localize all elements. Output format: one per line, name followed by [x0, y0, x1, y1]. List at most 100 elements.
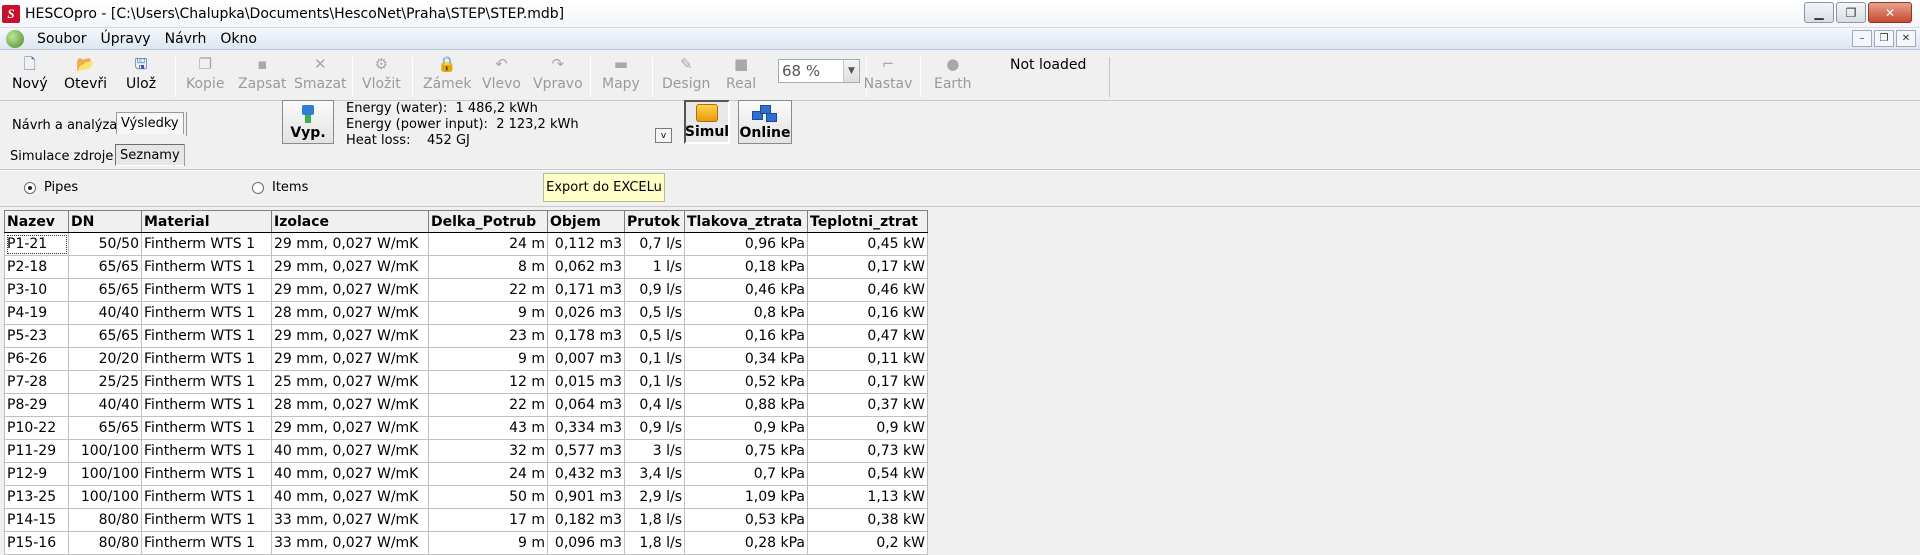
table-cell[interactable]: 29 mm, 0,027 W/mK: [271, 347, 429, 371]
zoom-select[interactable]: 68 % ▼: [778, 59, 860, 83]
table-cell[interactable]: P1-21: [4, 232, 69, 256]
insert-button[interactable]: ⚙ Vložit: [362, 55, 401, 99]
open-button[interactable]: 📂 Otevři: [64, 55, 107, 99]
table-cell[interactable]: 2,9 l/s: [624, 485, 685, 509]
table-cell[interactable]: 25/25: [68, 370, 142, 394]
table-cell[interactable]: 0,026 m3: [547, 301, 625, 325]
table-cell[interactable]: 0,16 kPa: [684, 324, 808, 348]
table-cell[interactable]: 29 mm, 0,027 W/mK: [271, 255, 429, 279]
table-cell[interactable]: 0,75 kPa: [684, 439, 808, 463]
table-cell[interactable]: 22 m: [428, 278, 548, 302]
table-cell[interactable]: 24 m: [428, 462, 548, 486]
table-cell[interactable]: Fintherm WTS 1: [141, 301, 272, 325]
table-cell[interactable]: Fintherm WTS 1: [141, 347, 272, 371]
save-button[interactable]: 🖫 Ulož: [126, 55, 156, 99]
online-button[interactable]: Online: [738, 100, 792, 144]
table-cell[interactable]: 0,112 m3: [547, 232, 625, 256]
pipes-radio[interactable]: Pipes: [24, 180, 78, 195]
table-cell[interactable]: 0,5 l/s: [624, 324, 685, 348]
menu-soubor[interactable]: Soubor: [30, 31, 94, 47]
table-cell[interactable]: 0,18 kPa: [684, 255, 808, 279]
table-cell[interactable]: 100/100: [68, 439, 142, 463]
table-cell[interactable]: Fintherm WTS 1: [141, 416, 272, 440]
lock-button[interactable]: 🔒 Zámek: [423, 55, 472, 99]
table-cell[interactable]: 80/80: [68, 508, 142, 532]
table-cell[interactable]: 100/100: [68, 485, 142, 509]
table-cell[interactable]: 28 mm, 0,027 W/mK: [271, 393, 429, 417]
table-cell[interactable]: 0,096 m3: [547, 531, 625, 555]
table-cell[interactable]: P8-29: [4, 393, 69, 417]
chevron-down-icon[interactable]: ▼: [843, 60, 859, 82]
table-cell[interactable]: 0,16 kW: [807, 301, 928, 325]
table-row[interactable]: P14-15 80/80 Fintherm WTS 1 33 mm, 0,027 W/…: [4, 508, 928, 532]
table-cell[interactable]: 100/100: [68, 462, 142, 486]
table-cell[interactable]: 0,7 kPa: [684, 462, 808, 486]
column-header[interactable]: Tlakova_ztrata: [684, 210, 808, 233]
table-cell[interactable]: P3-10: [4, 278, 69, 302]
table-row[interactable]: P13-25 100/100 Fintherm WTS 1 40 mm, 0,027 …: [4, 485, 928, 509]
mdi-close-button[interactable]: ✕: [1896, 30, 1916, 47]
table-cell[interactable]: 23 m: [428, 324, 548, 348]
table-cell[interactable]: 3 l/s: [624, 439, 685, 463]
close-button[interactable]: ✕: [1868, 2, 1912, 23]
table-cell[interactable]: 40 mm, 0,027 W/mK: [271, 462, 429, 486]
table-cell[interactable]: 3,4 l/s: [624, 462, 685, 486]
table-cell[interactable]: 0,47 kW: [807, 324, 928, 348]
table-cell[interactable]: P14-15: [4, 508, 69, 532]
column-header[interactable]: Objem: [547, 210, 625, 233]
table-row[interactable]: P3-10 65/65 Fintherm WTS 1 29 mm, 0,027 W/m…: [4, 278, 928, 302]
table-cell[interactable]: 33 mm, 0,027 W/mK: [271, 508, 429, 532]
table-cell[interactable]: 32 m: [428, 439, 548, 463]
mdi-restore-button[interactable]: ❐: [1874, 30, 1894, 47]
table-cell[interactable]: P6-26: [4, 347, 69, 371]
table-cell[interactable]: 0,52 kPa: [684, 370, 808, 394]
table-cell[interactable]: Fintherm WTS 1: [141, 462, 272, 486]
table-cell[interactable]: 0,064 m3: [547, 393, 625, 417]
table-cell[interactable]: P4-19: [4, 301, 69, 325]
table-cell[interactable]: 40 mm, 0,027 W/mK: [271, 485, 429, 509]
table-cell[interactable]: 0,577 m3: [547, 439, 625, 463]
table-cell[interactable]: 1,09 kPa: [684, 485, 808, 509]
table-cell[interactable]: 28 mm, 0,027 W/mK: [271, 301, 429, 325]
document-icon[interactable]: [6, 29, 24, 48]
menu-upravy[interactable]: Úpravy: [94, 31, 158, 47]
table-row[interactable]: P11-29 100/100 Fintherm WTS 1 40 mm, 0,027 …: [4, 439, 928, 463]
table-cell[interactable]: 0,88 kPa: [684, 393, 808, 417]
mdi-minimize-button[interactable]: –: [1852, 30, 1872, 47]
table-row[interactable]: P1-21 50/50 Fintherm WTS 1 29 mm, 0,027 W/m…: [4, 232, 928, 256]
table-cell[interactable]: 33 mm, 0,027 W/mK: [271, 531, 429, 555]
table-cell[interactable]: 1,13 kW: [807, 485, 928, 509]
table-cell[interactable]: 0,334 m3: [547, 416, 625, 440]
table-cell[interactable]: P13-25: [4, 485, 69, 509]
table-cell[interactable]: 1,8 l/s: [624, 531, 685, 555]
table-cell[interactable]: 0,9 kPa: [684, 416, 808, 440]
table-row[interactable]: P4-19 40/40 Fintherm WTS 1 28 mm, 0,027 W/m…: [4, 301, 928, 325]
table-cell[interactable]: 22 m: [428, 393, 548, 417]
column-header[interactable]: Nazev: [4, 210, 69, 233]
table-row[interactable]: P10-22 65/65 Fintherm WTS 1 29 mm, 0,027 W/…: [4, 416, 928, 440]
table-cell[interactable]: Fintherm WTS 1: [141, 278, 272, 302]
table-cell[interactable]: 24 m: [428, 232, 548, 256]
table-row[interactable]: P6-26 20/20 Fintherm WTS 1 29 mm, 0,027 W/m…: [4, 347, 928, 371]
table-cell[interactable]: 0,37 kW: [807, 393, 928, 417]
table-cell[interactable]: 0,38 kW: [807, 508, 928, 532]
table-cell[interactable]: 9 m: [428, 531, 548, 555]
table-cell[interactable]: P7-28: [4, 370, 69, 394]
table-cell[interactable]: P5-23: [4, 324, 69, 348]
real-button[interactable]: ■ Real: [726, 55, 756, 99]
table-cell[interactable]: 25 mm, 0,027 W/mK: [271, 370, 429, 394]
tab-seznamy[interactable]: Seznamy: [115, 144, 185, 166]
table-cell[interactable]: 29 mm, 0,027 W/mK: [271, 324, 429, 348]
table-cell[interactable]: 0,45 kW: [807, 232, 928, 256]
table-cell[interactable]: Fintherm WTS 1: [141, 255, 272, 279]
table-cell[interactable]: 1 l/s: [624, 255, 685, 279]
table-cell[interactable]: Fintherm WTS 1: [141, 531, 272, 555]
table-cell[interactable]: 0,007 m3: [547, 347, 625, 371]
table-cell[interactable]: 0,2 kW: [807, 531, 928, 555]
table-cell[interactable]: P12-9: [4, 462, 69, 486]
column-header[interactable]: Delka_Potrub: [428, 210, 548, 233]
table-row[interactable]: P8-29 40/40 Fintherm WTS 1 28 mm, 0,027 W/m…: [4, 393, 928, 417]
table-cell[interactable]: 0,17 kW: [807, 370, 928, 394]
table-cell[interactable]: 0,96 kPa: [684, 232, 808, 256]
table-cell[interactable]: 0,015 m3: [547, 370, 625, 394]
